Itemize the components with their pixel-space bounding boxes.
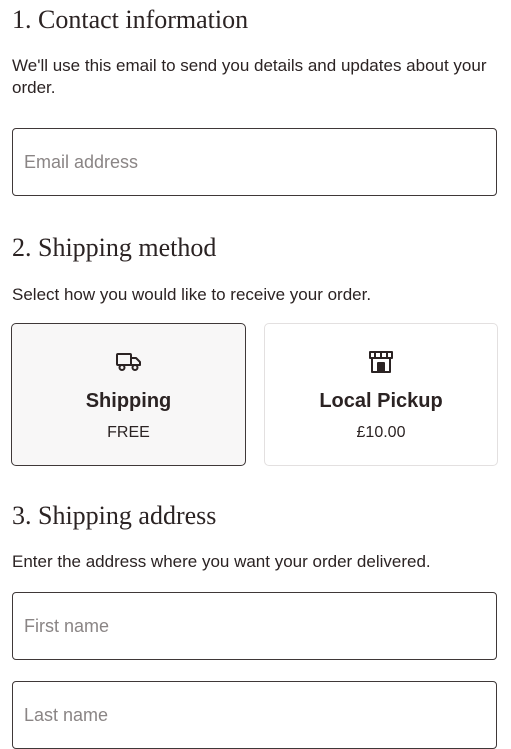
shipping-method-description: Select how you would like to receive you… <box>12 285 372 304</box>
shipping-option-card[interactable]: Shipping FREE <box>11 323 246 466</box>
email-field[interactable] <box>12 128 497 196</box>
shipping-option-price: FREE <box>107 424 150 441</box>
shipping-method-section-title: 2. Shipping method <box>12 233 217 262</box>
last-name-field[interactable] <box>12 681 497 749</box>
first-name-field[interactable] <box>12 592 497 660</box>
last-name-input[interactable] <box>24 704 496 726</box>
shipping-address-description: Enter the address where you want your or… <box>12 552 431 571</box>
local-pickup-option-card[interactable]: Local Pickup £10.00 <box>264 323 498 466</box>
shipping-address-section-title: 3. Shipping address <box>12 501 217 530</box>
email-input[interactable] <box>24 151 496 173</box>
shipping-option-name: Shipping <box>85 390 172 412</box>
contact-section-title: 1. Contact information <box>12 5 249 34</box>
local-pickup-option-name: Local Pickup <box>319 390 443 412</box>
contact-section-description: We'll use this email to send you details… <box>12 56 487 97</box>
first-name-input[interactable] <box>24 615 496 637</box>
store-icon <box>367 348 395 376</box>
truck-icon <box>115 348 143 376</box>
local-pickup-option-price: £10.00 <box>356 424 406 441</box>
